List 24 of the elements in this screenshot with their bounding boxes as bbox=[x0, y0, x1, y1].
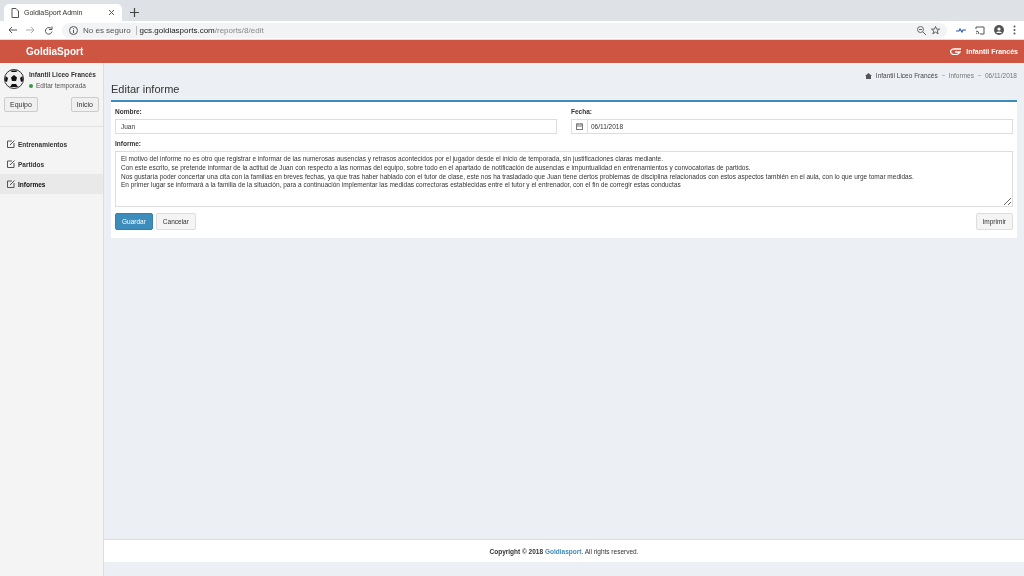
status-dot-icon bbox=[29, 83, 33, 88]
cast-icon[interactable] bbox=[975, 25, 985, 35]
edit-icon bbox=[7, 180, 15, 188]
info-icon bbox=[69, 25, 78, 35]
star-icon[interactable] bbox=[931, 25, 940, 35]
new-tab-icon[interactable] bbox=[130, 8, 139, 17]
page-title: Editar informe bbox=[111, 83, 181, 95]
extension-icon[interactable] bbox=[956, 27, 966, 33]
zoom-icon[interactable] bbox=[917, 25, 926, 35]
calendar-button[interactable] bbox=[571, 119, 588, 134]
edit-icon bbox=[7, 160, 15, 168]
account-icon[interactable] bbox=[994, 25, 1004, 35]
ball-icon bbox=[4, 69, 24, 89]
back-icon[interactable] bbox=[8, 26, 17, 34]
menu-icon[interactable] bbox=[1013, 25, 1016, 35]
calendar-icon bbox=[576, 123, 583, 130]
brand-name[interactable]: GoldiaSport bbox=[26, 46, 84, 57]
reload-icon[interactable] bbox=[44, 25, 53, 35]
page-icon bbox=[11, 7, 19, 18]
home-icon bbox=[864, 72, 872, 79]
address-field[interactable]: No es seguro gcs.goldiasports.com/reports/8/edit bbox=[62, 22, 947, 38]
close-icon[interactable] bbox=[108, 9, 115, 16]
edit-icon bbox=[7, 140, 15, 148]
logo-icon bbox=[950, 48, 962, 55]
